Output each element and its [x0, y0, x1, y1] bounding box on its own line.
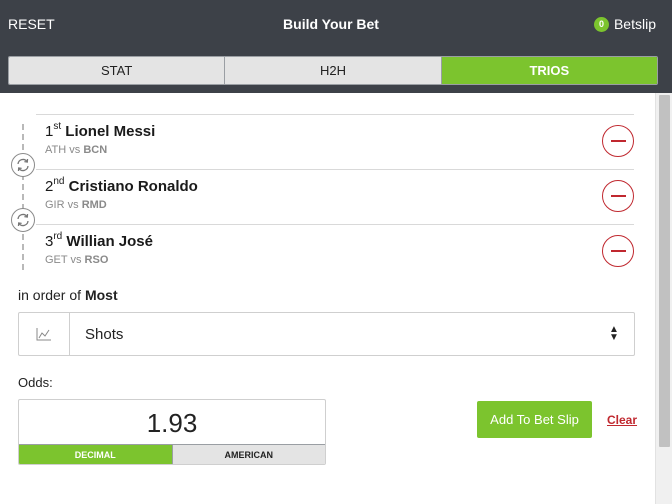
pick-rank-suffix: rd	[53, 231, 63, 242]
odds-format-decimal[interactable]: DECIMAL	[19, 445, 173, 464]
pick-player-name: Lionel Messi	[65, 123, 156, 140]
odds-label: Odds:	[18, 375, 53, 390]
swap-icon[interactable]	[11, 208, 35, 232]
pick-rank-suffix: st	[53, 121, 62, 132]
pick-vs: vs	[70, 254, 82, 266]
pick-player-name: Cristiano Ronaldo	[68, 178, 198, 195]
page-title: Build Your Bet	[283, 16, 379, 32]
pick-row: 1st Lionel Messi ATH vs BCN	[36, 114, 634, 169]
pick-match: ATH vs BCN	[45, 144, 107, 156]
pick-row: 2nd Cristiano Ronaldo GIR vs RMD	[36, 169, 634, 224]
remove-pick-button[interactable]	[602, 125, 634, 157]
betslip-label: Betslip	[613, 16, 656, 32]
pick-match: GIR vs RMD	[45, 199, 107, 211]
pick-away-team: RSO	[84, 254, 109, 266]
pick-row: 3rd Willian José GET vs RSO	[36, 224, 634, 279]
select-arrows-icon: ▲ ▼	[609, 324, 619, 343]
pick-player-name: Willian José	[66, 233, 153, 250]
scrollbar-thumb[interactable]	[659, 95, 670, 447]
swap-icon[interactable]	[11, 153, 35, 177]
odds-format-american[interactable]: AMERICAN	[172, 445, 325, 464]
bet-type-tabs: STAT H2H TRIOS	[8, 56, 658, 85]
odds-value: 1.93	[146, 407, 198, 438]
clear-link[interactable]: Clear	[607, 413, 637, 427]
pick-home-team: GIR	[45, 199, 65, 211]
order-description: in order of Most	[18, 287, 118, 303]
pick-vs: vs	[67, 199, 79, 211]
pick-home-team: GET	[45, 254, 68, 266]
order-prefix: in order of	[18, 287, 82, 303]
betslip-button[interactable]: 0 Betslip	[593, 16, 656, 32]
pick-home-team: ATH	[45, 144, 67, 156]
minus-icon	[610, 250, 626, 252]
pick-player: 1st Lionel Messi	[45, 121, 156, 140]
order-value: Most	[84, 287, 118, 303]
line-chart-icon	[19, 313, 70, 355]
minus-icon	[610, 140, 626, 142]
odds-format-toggle: DECIMAL AMERICAN	[19, 444, 325, 464]
remove-pick-button[interactable]	[602, 235, 634, 267]
add-to-bet-slip-button[interactable]: Add To Bet Slip	[477, 401, 592, 438]
minus-icon	[610, 195, 626, 197]
pick-away-team: RMD	[81, 199, 107, 211]
tab-trios[interactable]: TRIOS	[441, 57, 657, 84]
pick-player: 2nd Cristiano Ronaldo	[45, 176, 198, 195]
stat-select-value: Shots	[85, 325, 124, 343]
pick-match: GET vs RSO	[45, 254, 108, 266]
picks-timeline	[22, 124, 24, 270]
tab-h2h[interactable]: H2H	[225, 57, 442, 84]
tab-stat[interactable]: STAT	[9, 57, 226, 84]
betslip-count-badge: 0	[593, 16, 609, 32]
swap-arrows-icon	[17, 213, 29, 227]
scrollbar[interactable]	[655, 93, 672, 504]
pick-player: 3rd Willian José	[45, 231, 153, 250]
pick-vs: vs	[69, 144, 81, 156]
swap-arrows-icon	[17, 158, 29, 172]
stat-select[interactable]: Shots ▲ ▼	[18, 312, 635, 356]
header-bar: RESET Build Your Bet 0 Betslip STAT H2H …	[0, 0, 672, 93]
pick-rank-suffix: nd	[53, 176, 65, 187]
remove-pick-button[interactable]	[602, 180, 634, 212]
odds-box: 1.93 DECIMAL AMERICAN	[18, 399, 326, 465]
pick-away-team: BCN	[83, 144, 108, 156]
